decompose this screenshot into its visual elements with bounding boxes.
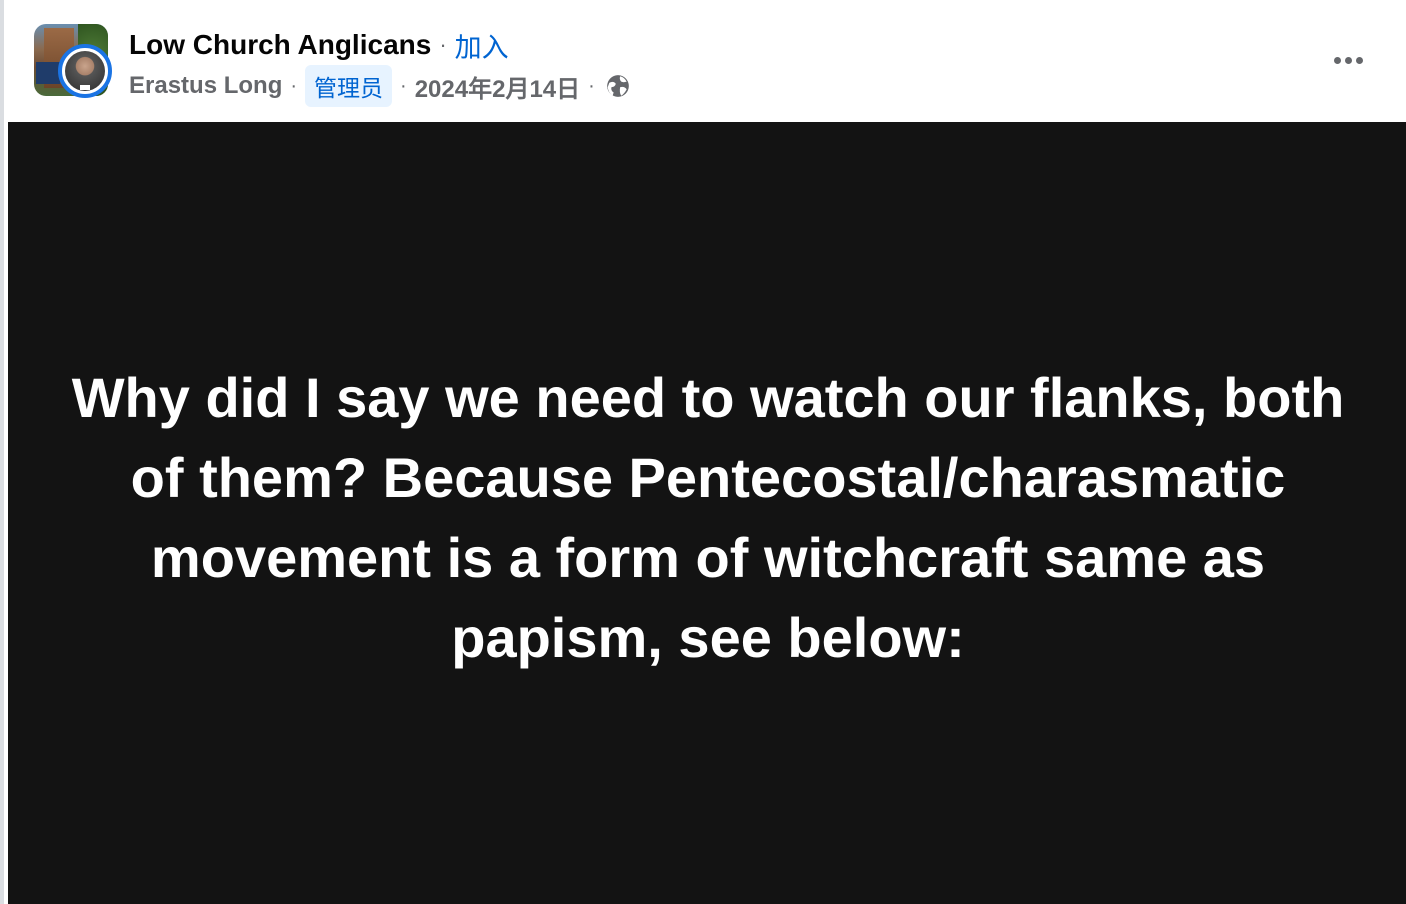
more-options-button[interactable] bbox=[1330, 44, 1366, 76]
separator-dot: · bbox=[588, 74, 595, 97]
post-header: Low Church Anglicans · 加入 Erastus Long ·… bbox=[8, 0, 1406, 122]
post-card: Low Church Anglicans · 加入 Erastus Long ·… bbox=[0, 0, 1406, 904]
globe-icon[interactable] bbox=[605, 73, 631, 99]
more-options-icon-dot bbox=[1355, 56, 1363, 64]
post-text-background[interactable]: Why did I say we need to watch our flank… bbox=[8, 122, 1406, 904]
author-avatar-collar bbox=[80, 85, 90, 90]
separator-dot: · bbox=[400, 74, 407, 97]
admin-badge[interactable]: 管理员 bbox=[305, 65, 393, 107]
join-group-link[interactable]: 加入 bbox=[455, 26, 509, 65]
group-avatar-sign bbox=[36, 62, 60, 84]
post-meta-line: Erastus Long · 管理员 · 2024年2月14日 · bbox=[129, 65, 631, 107]
post-title-line: Low Church Anglicans · 加入 bbox=[129, 26, 509, 65]
group-name-link[interactable]: Low Church Anglicans bbox=[129, 29, 431, 61]
post-date-link[interactable]: 2024年2月14日 bbox=[415, 69, 580, 104]
author-avatar[interactable] bbox=[58, 44, 112, 98]
separator-dot: · bbox=[439, 32, 447, 57]
more-options-icon-dot bbox=[1333, 56, 1341, 64]
post-body-text: Why did I say we need to watch our flank… bbox=[71, 366, 1345, 669]
separator-dot: · bbox=[290, 74, 298, 97]
author-name-link[interactable]: Erastus Long bbox=[129, 72, 282, 100]
more-options-icon-dot bbox=[1344, 56, 1352, 64]
